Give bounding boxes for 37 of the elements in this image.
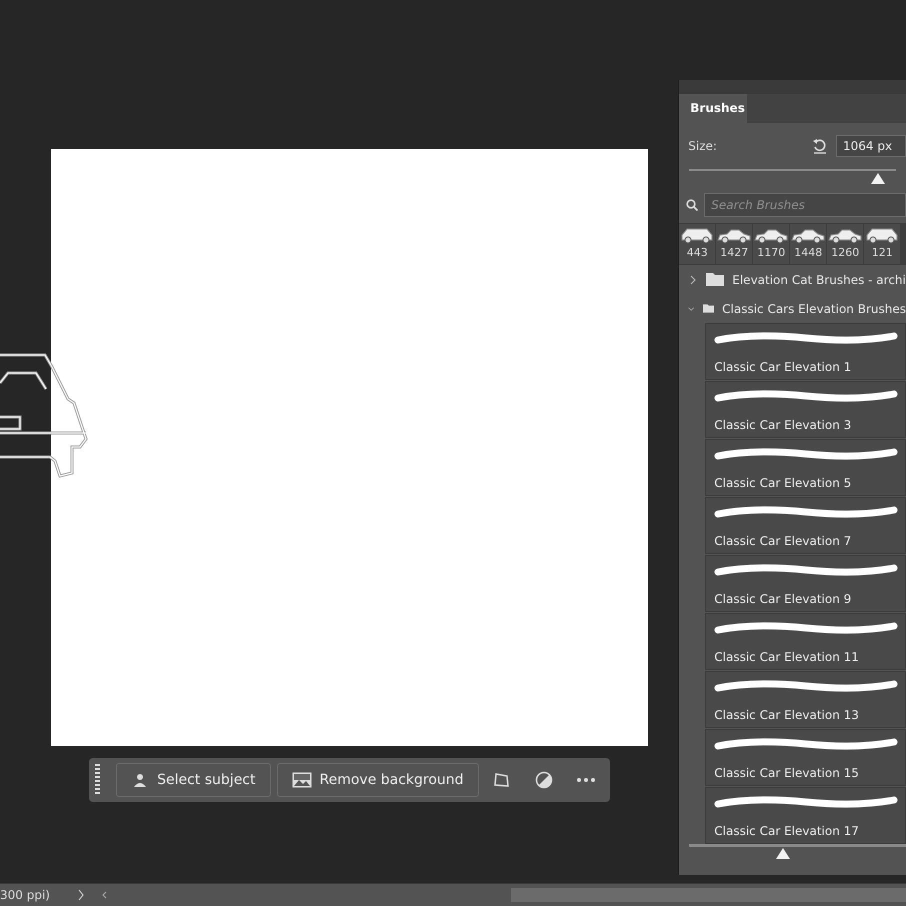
brush-item[interactable]: Classic Car Elevation 15	[705, 729, 906, 786]
drag-handle-icon[interactable]	[95, 764, 100, 796]
reset-icon[interactable]	[812, 138, 828, 154]
car-thumbnail-icon	[865, 226, 900, 246]
taskbar-button[interactable]: Remove background	[276, 763, 479, 797]
search-field[interactable]: Search Brushes	[704, 193, 906, 218]
recent-brush[interactable]: 443	[679, 224, 716, 264]
brush-item[interactable]: Classic Car Elevation 17	[705, 787, 906, 844]
recent-brush[interactable]: 121	[864, 224, 900, 264]
brush-item[interactable]: Classic Car Elevation 5	[705, 439, 906, 496]
folder-icon	[702, 302, 714, 316]
chevron-icon	[688, 274, 698, 285]
brush-item[interactable]: Classic Car Elevation 1	[705, 323, 906, 380]
document-info: 300 ppi)	[0, 888, 51, 902]
search-icon	[686, 199, 698, 212]
taskbar-button[interactable]: Select subject	[116, 763, 270, 797]
brush-item[interactable]: Classic Car Elevation 9	[705, 555, 906, 612]
recent-brush[interactable]: 1448	[790, 224, 826, 264]
brush-item[interactable]: Classic Car Elevation 7	[705, 497, 906, 554]
recent-brush[interactable]: 1427	[716, 224, 752, 264]
size-field[interactable]: 1064 px	[836, 134, 906, 157]
scrollbar-thumb[interactable]	[511, 888, 906, 902]
contrast-icon	[535, 771, 554, 789]
more-icon	[577, 778, 596, 782]
scroll-left-icon[interactable]	[102, 891, 107, 899]
recent-brush[interactable]: 1260	[827, 224, 864, 264]
recent-brush[interactable]: 1170	[753, 224, 790, 264]
brush-item[interactable]: Classic Car Elevation 11	[705, 613, 906, 670]
size-label: Size:	[688, 138, 718, 153]
brush-item[interactable]: Classic Car Elevation 13	[705, 671, 906, 728]
folder-icon	[706, 273, 724, 286]
car-thumbnail-icon	[680, 226, 714, 246]
brush-item[interactable]: Classic Car Elevation 3	[705, 381, 906, 438]
preview-size-thumb[interactable]	[776, 848, 790, 860]
panel-tab[interactable]: Brushes	[679, 94, 748, 123]
polygon-icon	[493, 771, 512, 789]
image-icon	[292, 772, 312, 788]
